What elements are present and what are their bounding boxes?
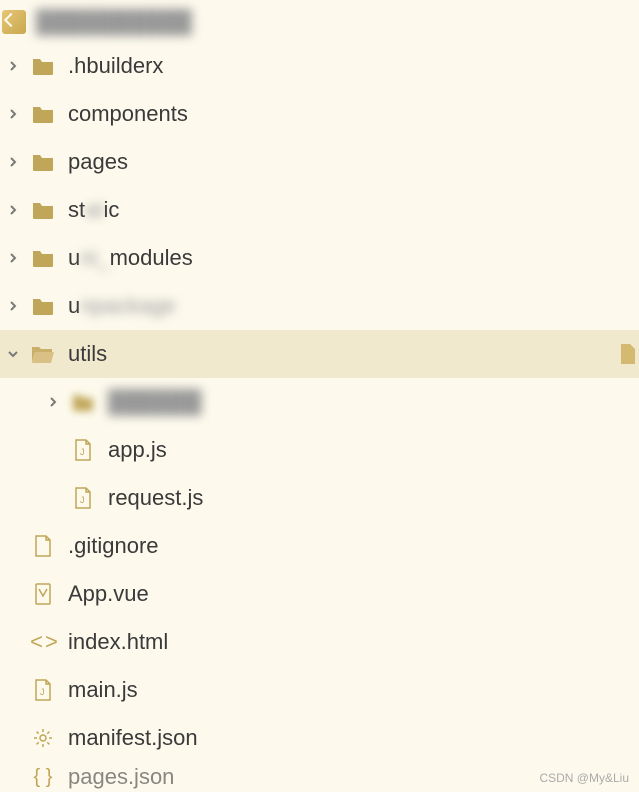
file-label: app.js [108, 437, 167, 463]
watermark-text: CSDN @My&Liu [539, 771, 629, 785]
svg-text:J: J [40, 687, 45, 697]
file-icon [30, 533, 56, 559]
chevron-right-icon [4, 153, 22, 171]
file-label: manifest.json [68, 725, 198, 751]
folder-label: unpackage [68, 293, 176, 319]
file-manifest-json[interactable]: manifest.json [0, 714, 639, 762]
folder-label: static [68, 197, 119, 223]
folder-unpackage[interactable]: unpackage [0, 282, 639, 330]
file-gitignore[interactable]: .gitignore [0, 522, 639, 570]
file-label: .gitignore [68, 533, 159, 559]
chevron-right-icon [44, 393, 62, 411]
chevron-right-icon [4, 201, 22, 219]
file-main-js[interactable]: J main.js [0, 666, 639, 714]
json-file-icon: { } [30, 764, 56, 790]
file-app-vue[interactable]: App.vue [0, 570, 639, 618]
svg-text:J: J [80, 447, 85, 457]
js-file-icon: J [70, 437, 96, 463]
chevron-right-icon [4, 249, 22, 267]
file-badge-icon [619, 344, 635, 364]
project-root-row[interactable]: ██████████ [0, 2, 639, 42]
folder-pages[interactable]: pages [0, 138, 639, 186]
folder-label: .hbuilderx [68, 53, 163, 79]
folder-components[interactable]: components [0, 90, 639, 138]
file-label: App.vue [68, 581, 149, 607]
chevron-right-icon [4, 57, 22, 75]
chevron-down-icon [4, 345, 22, 363]
file-request-js[interactable]: J request.js [0, 474, 639, 522]
chevron-right-icon [4, 297, 22, 315]
file-label: main.js [68, 677, 138, 703]
folder-icon [30, 149, 56, 175]
html-file-icon: < > [30, 629, 56, 655]
folder-utils[interactable]: utils [0, 330, 639, 378]
folder-hbuilderx[interactable]: .hbuilderx [0, 42, 639, 90]
file-label: request.js [108, 485, 203, 511]
vue-file-icon [30, 581, 56, 607]
folder-uni-modules[interactable]: uni_modules [0, 234, 639, 282]
project-icon [2, 10, 26, 34]
folder-static[interactable]: static [0, 186, 639, 234]
js-file-icon: J [30, 677, 56, 703]
folder-icon [30, 101, 56, 127]
gear-file-icon [30, 725, 56, 751]
file-label: index.html [68, 629, 168, 655]
js-file-icon: J [70, 485, 96, 511]
file-tree: ██████████ .hbuilderx components pages s… [0, 0, 639, 792]
folder-icon [70, 389, 96, 415]
folder-open-icon [30, 341, 56, 367]
file-app-js[interactable]: J app.js [0, 426, 639, 474]
svg-text:J: J [80, 495, 85, 505]
folder-label: components [68, 101, 188, 127]
folder-icon [30, 293, 56, 319]
folder-icon [30, 245, 56, 271]
project-name: ██████████ [36, 9, 192, 35]
folder-label: ██████ [108, 389, 202, 415]
folder-icon [30, 197, 56, 223]
folder-icon [30, 53, 56, 79]
folder-label: pages [68, 149, 128, 175]
chevron-right-icon [4, 105, 22, 123]
folder-blurred-child[interactable]: ██████ [0, 378, 639, 426]
folder-label: utils [68, 341, 107, 367]
file-label: pages.json [68, 764, 174, 790]
folder-label: uni_modules [68, 245, 193, 271]
file-index-html[interactable]: < > index.html [0, 618, 639, 666]
